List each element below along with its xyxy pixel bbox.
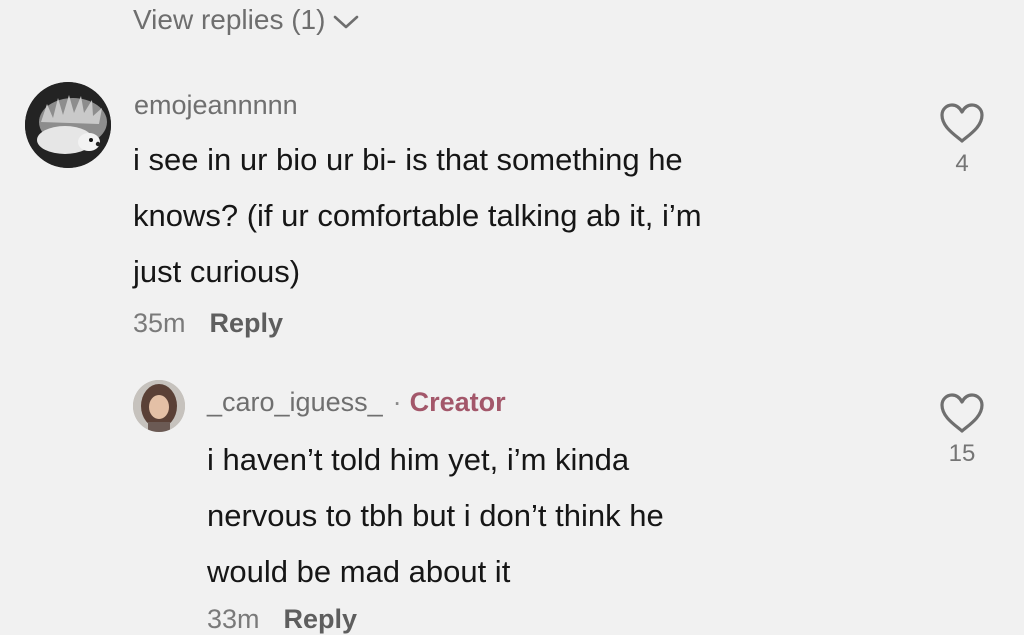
reply-timestamp: 33m	[207, 604, 260, 634]
reply-header: _caro_iguess_ · Creator	[207, 387, 506, 418]
reply-avatar[interactable]	[133, 380, 185, 432]
comment-timestamp: 35m	[133, 308, 186, 338]
reply-text-line: would be mad about it	[207, 554, 511, 589]
comment-text-line: knows? (if ur comfortable talking ab it,…	[133, 198, 702, 233]
separator-dot: ·	[392, 387, 402, 417]
comment-text-line: just curious)	[133, 254, 301, 289]
creator-badge: Creator	[409, 387, 506, 417]
heart-icon	[940, 103, 984, 143]
comment-like-button[interactable]: 4	[932, 102, 992, 178]
comment-text-line: i see in ur bio ur bi- is that something…	[133, 142, 683, 177]
reply-like-button[interactable]: 15	[932, 392, 992, 468]
comment-username[interactable]: emojeannnnn	[134, 90, 298, 121]
reply-text-line: nervous to tbh but i don’t think he	[207, 498, 664, 533]
view-replies-button[interactable]: View replies (1)	[133, 2, 359, 38]
comment-reply-button[interactable]: Reply	[210, 308, 284, 339]
reply-meta: 33m Reply	[207, 604, 357, 635]
portrait-avatar-image	[133, 380, 185, 432]
reply-reply-button[interactable]: Reply	[284, 604, 358, 635]
avatar[interactable]	[25, 82, 111, 168]
reply-text-line: i haven’t told him yet, i’m kinda	[207, 442, 630, 477]
view-replies-label: View replies (1)	[133, 4, 326, 35]
hedgehog-avatar-image	[25, 82, 111, 168]
reply-body: i haven’t told him yet, i’m kinda nervou…	[207, 432, 664, 600]
comment-meta: 35m Reply	[133, 308, 283, 339]
comment-body: i see in ur bio ur bi- is that something…	[133, 132, 702, 300]
chevron-down-icon	[334, 15, 359, 28]
heart-icon	[940, 393, 984, 433]
comment-like-count: 4	[955, 150, 969, 177]
reply-username[interactable]: _caro_iguess_	[207, 387, 383, 418]
reply-like-count: 15	[948, 440, 976, 467]
